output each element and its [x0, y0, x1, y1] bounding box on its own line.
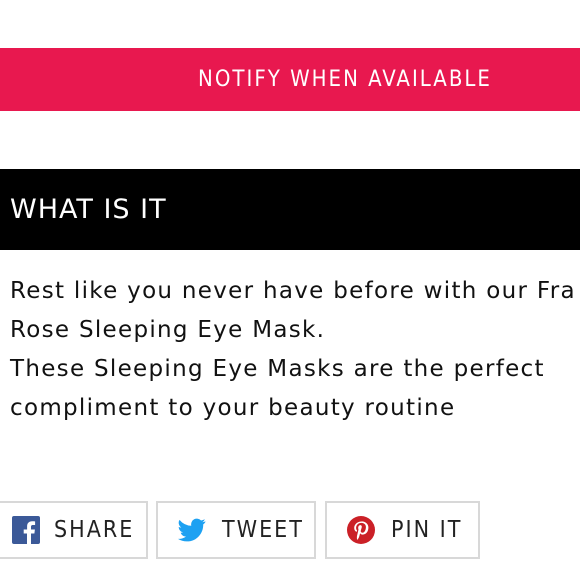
- notify-when-available-button[interactable]: NOTIFY WHEN AVAILABLE: [0, 48, 580, 111]
- product-description: Rest like you never have before with our…: [10, 272, 580, 428]
- social-share-row: SHARE TWEET PIN IT: [0, 501, 580, 563]
- pinterest-icon: [347, 516, 375, 544]
- section-title: WHAT IS IT: [10, 194, 167, 225]
- description-line: Rose Sleeping Eye Mask.: [10, 317, 326, 343]
- tweet-button-label: TWEET: [222, 517, 304, 543]
- notify-button-label: NOTIFY WHEN AVAILABLE: [198, 67, 492, 92]
- facebook-icon: [12, 516, 40, 544]
- pinterest-pin-button[interactable]: PIN IT: [325, 501, 480, 559]
- pin-it-button-label: PIN IT: [391, 517, 463, 543]
- description-line: These Sleeping Eye Masks are the perfect: [10, 356, 545, 382]
- twitter-icon: [178, 516, 206, 544]
- section-header-what-is-it: WHAT IS IT: [0, 169, 580, 250]
- facebook-share-button[interactable]: SHARE: [0, 501, 148, 559]
- share-button-label: SHARE: [54, 517, 135, 543]
- twitter-tweet-button[interactable]: TWEET: [156, 501, 316, 559]
- description-line: Rest like you never have before with our…: [10, 278, 576, 304]
- description-line: compliment to your beauty routine: [10, 395, 456, 421]
